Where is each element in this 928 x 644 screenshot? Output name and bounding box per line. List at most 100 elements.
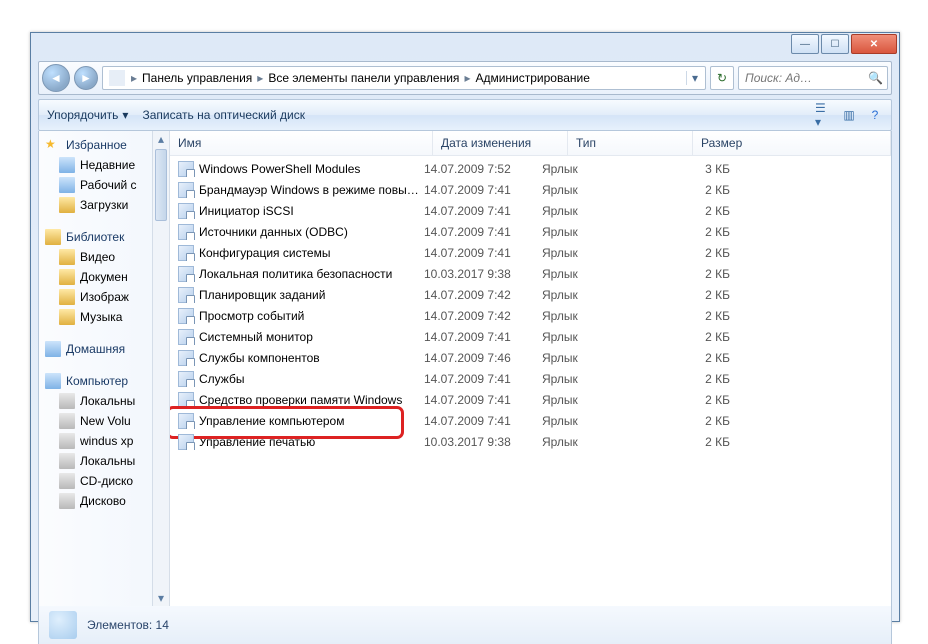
- file-date: 14.07.2009 7:42: [424, 288, 542, 302]
- file-row[interactable]: Локальная политика безопасности10.03.201…: [170, 263, 891, 284]
- file-name: Управление печатью: [199, 435, 315, 449]
- drive-icon: [59, 453, 75, 469]
- preview-pane-button[interactable]: ▥: [841, 107, 857, 123]
- maximize-button[interactable]: ☐: [821, 34, 849, 54]
- view-options-button[interactable]: ☰ ▾: [815, 107, 831, 123]
- close-button[interactable]: ✕: [851, 34, 897, 54]
- address-dropdown[interactable]: ▾: [686, 71, 703, 85]
- search-input[interactable]: [743, 70, 868, 86]
- file-type: Ярлык: [542, 414, 650, 428]
- file-row[interactable]: Службы14.07.2009 7:41Ярлык2 КБ: [170, 368, 891, 389]
- sidebar-scrollbar[interactable]: ▴ ▾: [152, 131, 169, 606]
- minimize-button[interactable]: —: [791, 34, 819, 54]
- search-box[interactable]: 🔍: [738, 66, 888, 90]
- file-type: Ярлык: [542, 183, 650, 197]
- file-name: Брандмауэр Windows в режиме повы…: [199, 183, 419, 197]
- file-size: 2 КБ: [650, 330, 760, 344]
- chevron-right-icon[interactable]: ▸: [255, 71, 265, 85]
- file-type: Ярлык: [542, 204, 650, 218]
- file-row[interactable]: Системный монитор14.07.2009 7:41Ярлык2 К…: [170, 326, 891, 347]
- column-type[interactable]: Тип: [568, 131, 693, 155]
- file-type: Ярлык: [542, 393, 650, 407]
- file-row[interactable]: Средство проверки памяти Windows14.07.20…: [170, 389, 891, 410]
- breadcrumb-item[interactable]: Все элементы панели управления: [265, 71, 462, 85]
- shortcut-icon: [178, 224, 194, 240]
- file-size: 2 КБ: [650, 225, 760, 239]
- status-icon: [49, 611, 77, 639]
- forward-button[interactable]: ►: [74, 66, 98, 90]
- file-row[interactable]: Службы компонентов14.07.2009 7:46Ярлык2 …: [170, 347, 891, 368]
- chevron-right-icon[interactable]: ▸: [129, 71, 139, 85]
- file-type: Ярлык: [542, 246, 650, 260]
- search-icon[interactable]: 🔍: [868, 71, 883, 85]
- file-size: 2 КБ: [650, 393, 760, 407]
- refresh-button[interactable]: ↻: [710, 66, 734, 90]
- column-headers: Имя Дата изменения Тип Размер: [170, 131, 891, 156]
- sidebar-favorites[interactable]: ★Избранное: [39, 135, 169, 155]
- column-date[interactable]: Дата изменения: [433, 131, 568, 155]
- file-row[interactable]: Windows PowerShell Modules14.07.2009 7:5…: [170, 158, 891, 179]
- help-button[interactable]: ?: [867, 107, 883, 123]
- breadcrumb-item[interactable]: Администрирование: [472, 71, 592, 85]
- file-name: Windows PowerShell Modules: [199, 162, 360, 176]
- folder-icon: [59, 197, 75, 213]
- location-icon: [109, 70, 125, 86]
- sidebar-homegroup[interactable]: Домашняя: [39, 339, 169, 359]
- file-type: Ярлык: [542, 372, 650, 386]
- sidebar-computer[interactable]: Компьютер: [39, 371, 169, 391]
- chevron-right-icon[interactable]: ▸: [462, 71, 472, 85]
- organize-menu[interactable]: Упорядочить ▾: [47, 108, 128, 122]
- sidebar-libraries[interactable]: Библиотек: [39, 227, 169, 247]
- shortcut-icon: [178, 182, 194, 198]
- chevron-down-icon: ▾: [122, 108, 128, 122]
- file-date: 14.07.2009 7:46: [424, 351, 542, 365]
- sidebar-item[interactable]: New Volu: [39, 411, 169, 431]
- sidebar-item[interactable]: Рабочий с: [39, 175, 169, 195]
- column-size[interactable]: Размер: [693, 131, 891, 155]
- video-icon: [59, 249, 75, 265]
- shortcut-icon: [178, 413, 194, 429]
- column-name[interactable]: Имя: [170, 131, 433, 155]
- document-icon: [59, 269, 75, 285]
- sidebar-item[interactable]: Загрузки: [39, 195, 169, 215]
- file-row[interactable]: Конфигурация системы14.07.2009 7:41Ярлык…: [170, 242, 891, 263]
- scroll-up-icon[interactable]: ▴: [153, 131, 169, 147]
- sidebar-item[interactable]: Локальны: [39, 451, 169, 471]
- drive-icon: [59, 413, 75, 429]
- file-row[interactable]: Источники данных (ODBC)14.07.2009 7:41Яр…: [170, 221, 891, 242]
- file-row[interactable]: Управление печатью10.03.2017 9:38Ярлык2 …: [170, 431, 891, 452]
- file-date: 14.07.2009 7:42: [424, 309, 542, 323]
- shortcut-icon: [178, 203, 194, 219]
- file-size: 2 КБ: [650, 204, 760, 218]
- sidebar-item[interactable]: Дисково: [39, 491, 169, 511]
- file-date: 14.07.2009 7:41: [424, 393, 542, 407]
- library-icon: [45, 229, 61, 245]
- file-name: Управление компьютером: [199, 414, 344, 428]
- scrollbar-thumb[interactable]: [155, 149, 167, 221]
- drive-icon: [59, 393, 75, 409]
- file-row[interactable]: Планировщик заданий14.07.2009 7:42Ярлык2…: [170, 284, 891, 305]
- file-row[interactable]: Просмотр событий14.07.2009 7:42Ярлык2 КБ: [170, 305, 891, 326]
- sidebar-item[interactable]: Локальны: [39, 391, 169, 411]
- file-row[interactable]: Брандмауэр Windows в режиме повы…14.07.2…: [170, 179, 891, 200]
- shortcut-icon: [178, 308, 194, 324]
- sidebar-item[interactable]: Изображ: [39, 287, 169, 307]
- file-row[interactable]: Управление компьютером14.07.2009 7:41Ярл…: [170, 410, 891, 431]
- file-date: 14.07.2009 7:41: [424, 372, 542, 386]
- file-name: Планировщик заданий: [199, 288, 325, 302]
- sidebar-item[interactable]: Музыка: [39, 307, 169, 327]
- file-name: Локальная политика безопасности: [199, 267, 392, 281]
- sidebar-item[interactable]: windus xp: [39, 431, 169, 451]
- burn-button[interactable]: Записать на оптический диск: [142, 108, 305, 122]
- sidebar-item[interactable]: Докумен: [39, 267, 169, 287]
- file-name: Источники данных (ODBC): [199, 225, 348, 239]
- sidebar-item[interactable]: Недавние: [39, 155, 169, 175]
- breadcrumb-item[interactable]: Панель управления: [139, 71, 255, 85]
- scroll-down-icon[interactable]: ▾: [153, 590, 169, 606]
- address-bar[interactable]: ▸ Панель управления ▸ Все элементы панел…: [102, 66, 706, 90]
- file-row[interactable]: Инициатор iSCSI14.07.2009 7:41Ярлык2 КБ: [170, 200, 891, 221]
- sidebar-item[interactable]: CD-диско: [39, 471, 169, 491]
- back-button[interactable]: ◄: [42, 64, 70, 92]
- shortcut-icon: [178, 392, 194, 408]
- sidebar-item[interactable]: Видео: [39, 247, 169, 267]
